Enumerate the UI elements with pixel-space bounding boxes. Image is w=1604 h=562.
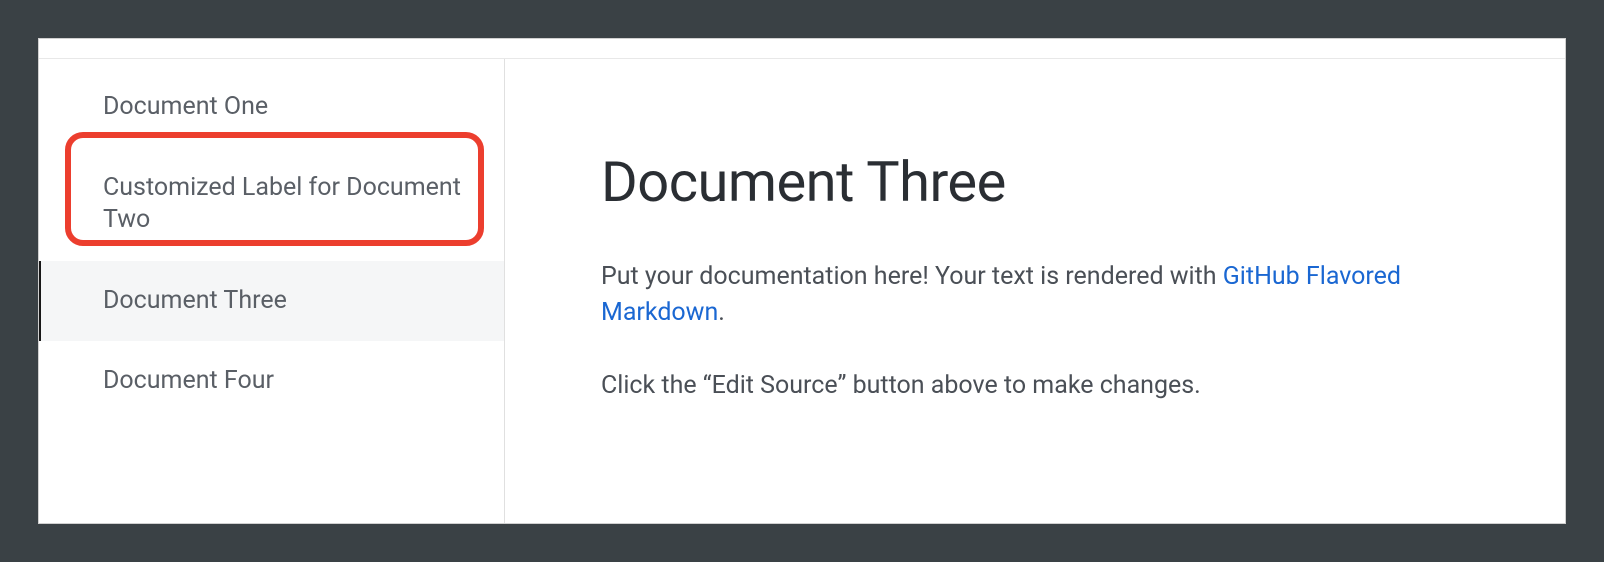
sidebar-item-document-one[interactable]: Document One xyxy=(39,67,504,148)
sidebar-item-document-four[interactable]: Document Four xyxy=(39,341,504,422)
intro-paragraph: Put your documentation here! Your text i… xyxy=(601,259,1481,332)
intro-text-suffix: . xyxy=(718,298,725,327)
intro-text-prefix: Put your documentation here! Your text i… xyxy=(601,262,1223,291)
sidebar-item-document-two[interactable]: Customized Label for Document Two xyxy=(39,148,504,261)
page-title: Document Three xyxy=(601,149,1525,215)
top-bar xyxy=(39,39,1565,59)
sidebar-item-label: Customized Label for Document Two xyxy=(103,173,461,235)
sidebar-item-label: Document Three xyxy=(103,286,287,315)
sidebar-item-label: Document One xyxy=(103,92,268,121)
content-area: Document One Customized Label for Docume… xyxy=(39,59,1565,523)
sidebar-item-document-three[interactable]: Document Three xyxy=(39,261,504,342)
sidebar: Document One Customized Label for Docume… xyxy=(39,59,505,523)
instruction-paragraph: Click the “Edit Source” button above to … xyxy=(601,368,1481,404)
window-frame: Document One Customized Label for Docume… xyxy=(38,38,1566,524)
sidebar-item-label: Document Four xyxy=(103,366,274,395)
main-content: Document Three Put your documentation he… xyxy=(505,59,1565,523)
